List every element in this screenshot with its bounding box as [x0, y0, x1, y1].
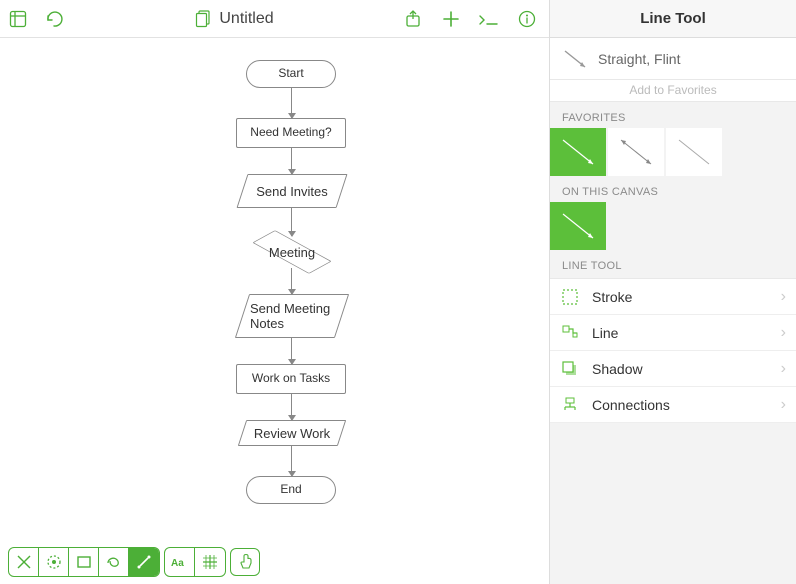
node-label: Need Meeting?	[250, 126, 331, 140]
arrow	[291, 148, 292, 174]
tool-group-2: Aa	[164, 547, 226, 577]
line-preview-icon	[562, 48, 588, 70]
add-to-favorites-button[interactable]: Add to Favorites	[550, 80, 796, 102]
options-section-label: LINE TOOL	[550, 250, 796, 276]
add-to-favorites-label: Add to Favorites	[629, 83, 716, 97]
line-tool[interactable]	[129, 548, 159, 576]
option-label: Line	[592, 325, 618, 341]
main-pane: Untitled Start Need Meeting? Send Invite…	[0, 0, 550, 584]
favorite-swatch[interactable]	[608, 128, 664, 176]
info-icon[interactable]	[517, 9, 537, 29]
arrow	[291, 446, 292, 476]
node-review-work[interactable]: Review Work	[242, 420, 342, 446]
option-shadow[interactable]: Shadow ›	[550, 351, 796, 387]
chevron-right-icon: ›	[781, 288, 786, 306]
node-label: Work on Tasks	[252, 372, 330, 386]
option-label: Shadow	[592, 361, 643, 377]
node-meeting[interactable]: Meeting	[252, 236, 332, 268]
shape-tool[interactable]	[39, 548, 69, 576]
node-label: Meeting	[269, 245, 315, 260]
option-stroke[interactable]: Stroke ›	[550, 279, 796, 315]
line-tool-options: Stroke › Line › Shadow › Connections ›	[550, 278, 796, 423]
on-canvas-section-label: ON THIS CANVAS	[550, 176, 796, 202]
line-style-icon	[557, 208, 599, 244]
inspector-title-label: Line Tool	[640, 10, 706, 27]
node-label: Send Invites	[256, 184, 328, 199]
svg-text:Aa: Aa	[171, 558, 184, 569]
selected-style-label: Straight, Flint	[598, 51, 680, 67]
connections-icon	[560, 395, 580, 415]
tool-group	[8, 547, 160, 577]
arrow	[291, 88, 292, 118]
favorite-swatch[interactable]	[550, 128, 606, 176]
panel-toggle-icon[interactable]	[8, 9, 28, 29]
node-work-tasks[interactable]: Work on Tasks	[236, 364, 346, 394]
top-toolbar: Untitled	[0, 0, 549, 38]
node-need-meeting[interactable]: Need Meeting?	[236, 118, 346, 148]
arrow	[291, 338, 292, 364]
grid-tool[interactable]	[195, 548, 225, 576]
share-icon[interactable]	[403, 9, 423, 29]
line-icon	[560, 323, 580, 343]
node-end[interactable]: End	[246, 476, 336, 504]
node-label: Start	[278, 67, 303, 81]
arrow	[291, 208, 292, 236]
option-line[interactable]: Line ›	[550, 315, 796, 351]
chevron-right-icon: ›	[781, 324, 786, 342]
arrow	[291, 394, 292, 420]
stroke-icon	[560, 287, 580, 307]
canvas[interactable]: Start Need Meeting? Send Invites Meeting…	[0, 38, 549, 540]
node-label: End	[280, 483, 301, 497]
bottom-toolbar: Aa	[0, 540, 549, 584]
line-style-icon	[673, 134, 715, 170]
node-send-notes[interactable]: Send Meeting Notes	[242, 294, 342, 338]
shadow-icon	[560, 359, 580, 379]
undo-icon[interactable]	[44, 9, 64, 29]
node-send-invites[interactable]: Send Invites	[242, 174, 342, 208]
inspector-pane: Line Tool Straight, Flint Add to Favorit…	[550, 0, 796, 584]
arrow	[291, 268, 292, 294]
add-icon[interactable]	[441, 9, 461, 29]
node-label: Review Work	[254, 426, 330, 441]
option-connections[interactable]: Connections ›	[550, 387, 796, 423]
selected-style-row[interactable]: Straight, Flint	[550, 38, 796, 80]
line-style-icon	[557, 134, 599, 170]
documents-icon[interactable]	[193, 9, 213, 29]
chevron-right-icon: ›	[781, 360, 786, 378]
on-canvas-swatches	[550, 202, 796, 250]
option-label: Connections	[592, 397, 670, 413]
touch-tool[interactable]	[230, 548, 260, 576]
favorites-swatches	[550, 128, 796, 176]
option-label: Stroke	[592, 289, 632, 305]
inspector-title: Line Tool	[550, 0, 796, 38]
canvas-style-swatch[interactable]	[550, 202, 606, 250]
rect-tool[interactable]	[69, 548, 99, 576]
freehand-tool[interactable]	[99, 548, 129, 576]
chevron-right-icon: ›	[781, 396, 786, 414]
node-label: Send Meeting Notes	[250, 301, 334, 331]
line-style-icon	[615, 134, 657, 170]
selection-tool[interactable]	[9, 548, 39, 576]
text-tool[interactable]: Aa	[165, 548, 195, 576]
document-title[interactable]: Untitled	[219, 10, 273, 28]
favorite-swatch[interactable]	[666, 128, 722, 176]
favorites-section-label: FAVORITES	[550, 102, 796, 128]
run-icon[interactable]	[479, 9, 499, 29]
node-start[interactable]: Start	[246, 60, 336, 88]
